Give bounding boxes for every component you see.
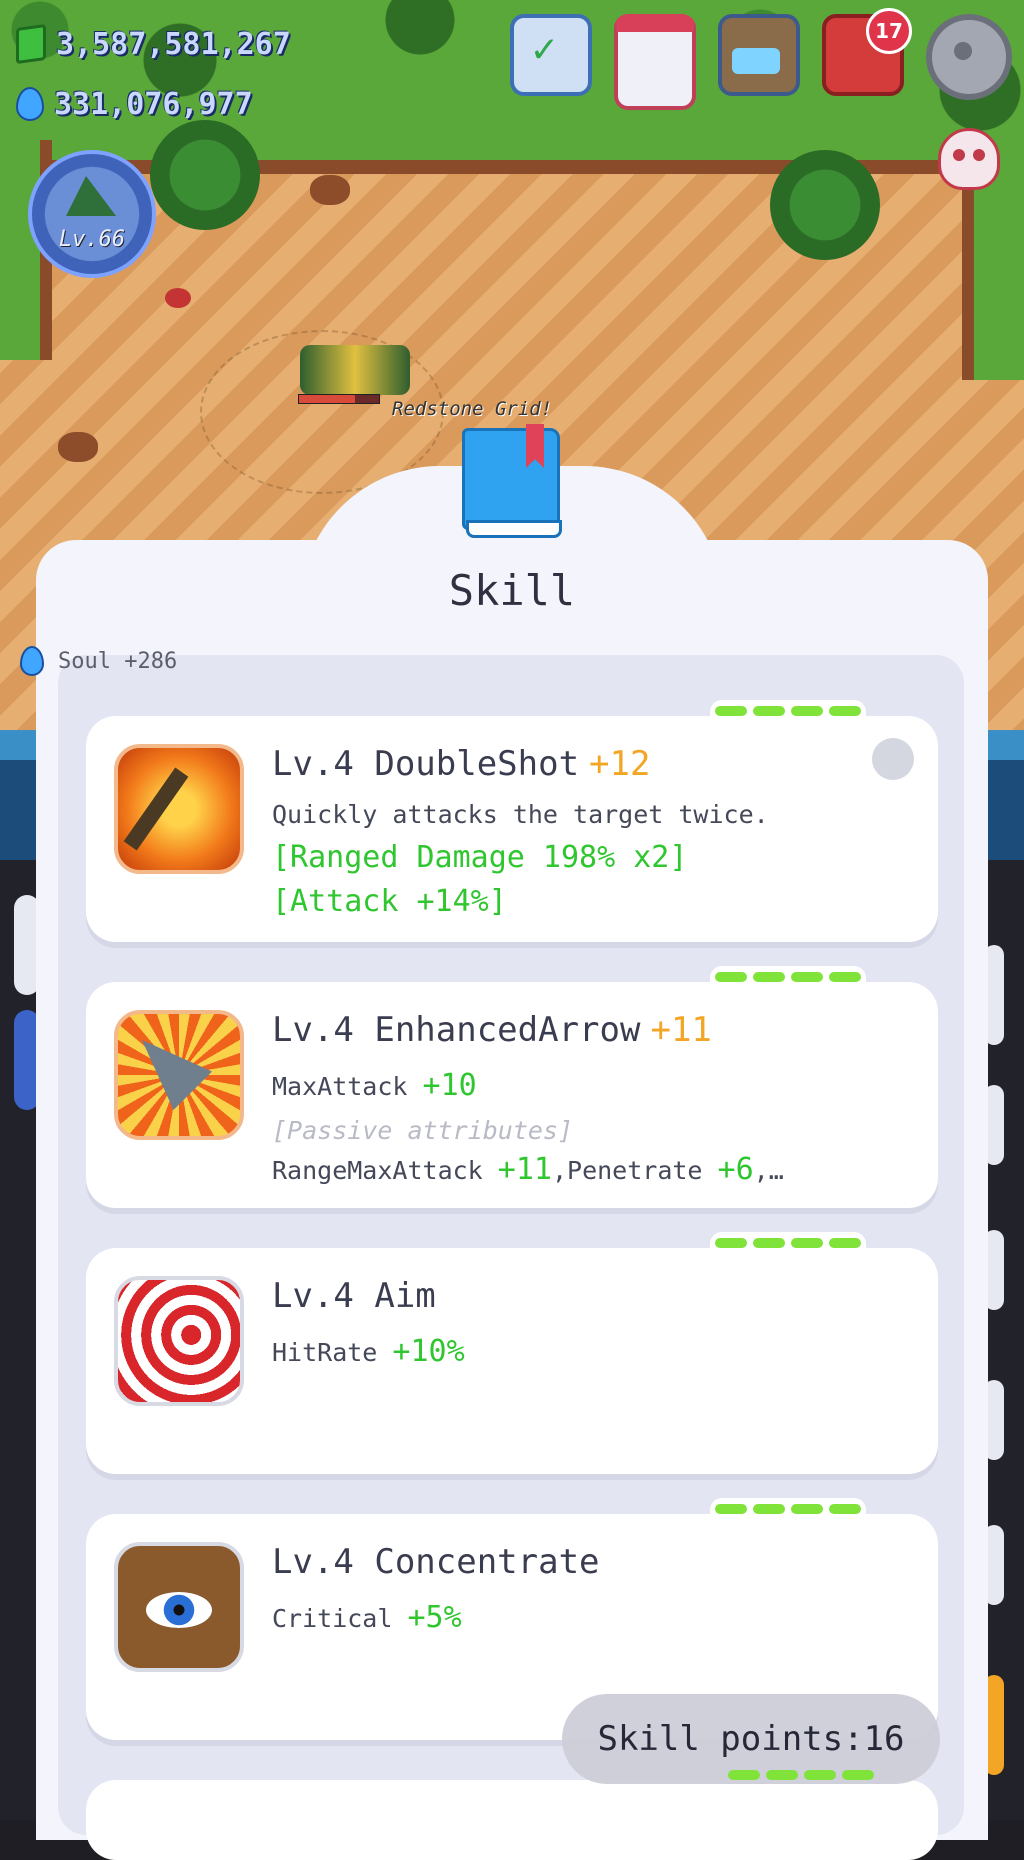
skill-name: Lv.4 Concentrate bbox=[272, 1542, 600, 1582]
passive-attributes-label: [Passive attributes] bbox=[272, 1116, 574, 1145]
calendar-icon[interactable] bbox=[614, 14, 696, 110]
target-icon bbox=[114, 1276, 244, 1406]
palm-tree bbox=[770, 150, 880, 260]
skill-card-partial[interactable] bbox=[86, 1780, 938, 1860]
player-nameplate: Redstone Grid! bbox=[392, 398, 553, 420]
player-hp-bar bbox=[298, 394, 380, 404]
panel-title: Skill bbox=[448, 566, 576, 615]
enemy-crab[interactable] bbox=[165, 288, 191, 308]
soul-amount: 331,076,977 bbox=[54, 86, 253, 122]
quest-clipboard-icon[interactable] bbox=[510, 14, 592, 96]
skill-name: Lv.4 EnhancedArrow +11 bbox=[272, 1010, 712, 1050]
skill-bonus: +11 bbox=[650, 1010, 712, 1050]
soul-gain-indicator: Soul +286 bbox=[20, 646, 177, 676]
skill-level-pips bbox=[710, 1232, 866, 1254]
gem-icon bbox=[16, 23, 46, 65]
skill-description: Quickly attacks the target twice. bbox=[272, 800, 769, 829]
soul-gain-text: Soul +286 bbox=[58, 648, 178, 674]
passive-stats: RangeMaxAttack +11,Penetrate +6,… bbox=[272, 1152, 784, 1187]
skill-bonus: +12 bbox=[589, 744, 651, 784]
mail-count-badge: 17 bbox=[866, 8, 912, 54]
player-level: Lv.66 bbox=[58, 227, 126, 252]
gem-amount: 3,587,581,267 bbox=[56, 26, 291, 62]
skull-icon[interactable] bbox=[938, 128, 1000, 190]
gem-counter: 3,587,581,267 bbox=[16, 22, 291, 66]
doubleshot-icon bbox=[114, 744, 244, 874]
treasure-chest-icon[interactable] bbox=[718, 14, 800, 96]
soul-counter: 331,076,977 bbox=[16, 82, 253, 126]
skill-level-pips bbox=[710, 966, 866, 988]
skill-effect: [Ranged Damage 198% x2] bbox=[272, 840, 688, 875]
skill-card-doubleshot[interactable]: Lv.4 DoubleShot +12 Quickly attacks the t… bbox=[86, 700, 938, 942]
top-menu: 17 bbox=[510, 8, 1012, 110]
soul-drop-icon bbox=[20, 646, 44, 676]
skill-book-icon bbox=[462, 424, 562, 538]
skill-stat: Critical +5% bbox=[272, 1600, 462, 1635]
player-level-badge[interactable]: Lv.66 bbox=[28, 150, 156, 278]
skill-level-pips bbox=[710, 1498, 866, 1520]
wizard-hat-icon bbox=[66, 176, 116, 216]
settings-gear-icon[interactable] bbox=[926, 14, 1012, 100]
skill-level-pips bbox=[728, 1770, 874, 1780]
skill-card-enhanced-arrow[interactable]: Lv.4 EnhancedArrow +11 MaxAttack +10 [Pas… bbox=[86, 966, 938, 1208]
eye-icon bbox=[114, 1542, 244, 1672]
skill-effect: [Attack +14%] bbox=[272, 884, 507, 919]
skill-stat: MaxAttack +10 bbox=[272, 1068, 477, 1103]
skill-stat: HitRate +10% bbox=[272, 1334, 465, 1369]
skill-level-pips bbox=[710, 700, 866, 722]
rock bbox=[310, 175, 350, 205]
enhanced-arrow-icon bbox=[114, 1010, 244, 1140]
tap-upgrade-icon[interactable] bbox=[872, 738, 914, 780]
skill-name: Lv.4 DoubleShot +12 bbox=[272, 744, 651, 784]
rock bbox=[58, 432, 98, 462]
mailbox-icon[interactable]: 17 bbox=[822, 8, 912, 96]
palm-tree bbox=[150, 120, 260, 230]
skill-name: Lv.4 Aim bbox=[272, 1276, 436, 1316]
skill-card-aim[interactable]: Lv.4 Aim HitRate +10% bbox=[86, 1232, 938, 1474]
soul-drop-icon bbox=[16, 87, 44, 121]
player-character bbox=[300, 345, 410, 395]
